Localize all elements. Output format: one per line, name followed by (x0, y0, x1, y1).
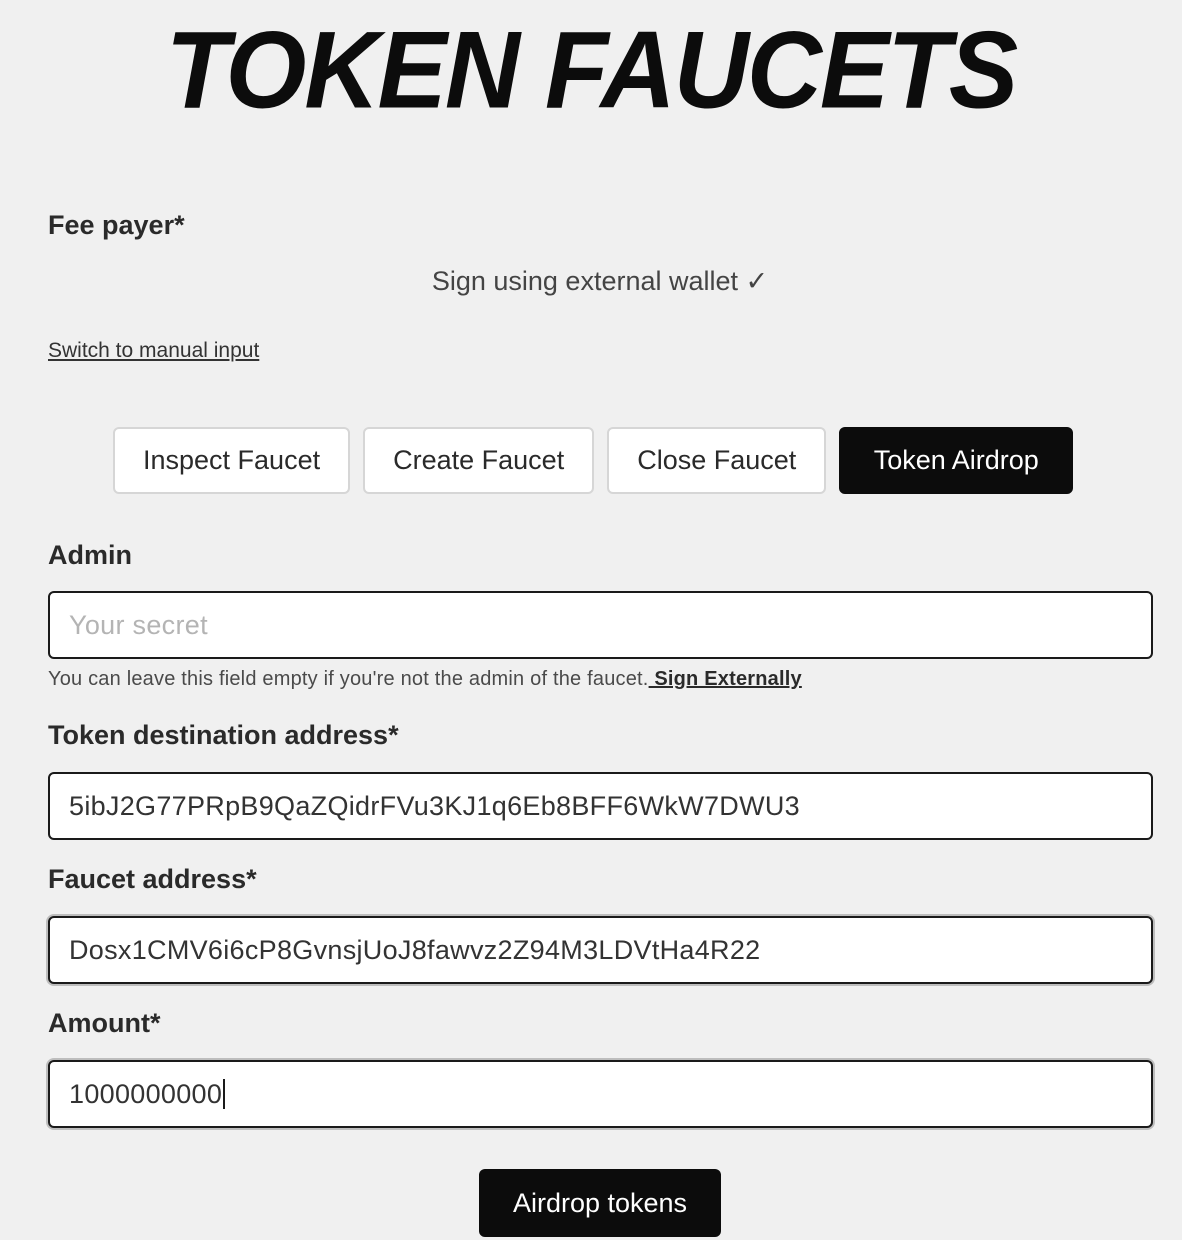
faucet-address-input[interactable]: Dosx1CMV6i6cP8GvnsjUoJ8fawvz2Z94M3LDVtHa… (48, 916, 1153, 984)
destination-address-input[interactable]: 5ibJ2G77PRpB9QaZQidrFVu3KJ1q6Eb8BFF6WkW7… (48, 772, 1153, 840)
faucet-page: TOKEN FAUCETS Fee payer* Sign using exte… (0, 0, 1182, 1240)
admin-label: Admin (48, 540, 132, 570)
tab-close-faucet[interactable]: Close Faucet (607, 427, 827, 494)
admin-hint: You can leave this field empty if you're… (48, 668, 802, 691)
airdrop-tokens-button[interactable]: Airdrop tokens (479, 1169, 721, 1237)
amount-label: Amount* (48, 1008, 161, 1038)
text-caret (223, 1079, 226, 1109)
amount-value: 1000000000 (69, 1078, 223, 1109)
destination-address-value: 5ibJ2G77PRpB9QaZQidrFVu3KJ1q6Eb8BFF6WkW7… (69, 790, 800, 821)
admin-secret-input[interactable]: Your secret (48, 591, 1153, 659)
fee-payer-label: Fee payer* (48, 210, 185, 240)
page-title: TOKEN FAUCETS (165, 10, 1018, 132)
amount-input[interactable]: 1000000000 (48, 1060, 1153, 1128)
mode-tabs: Inspect Faucet Create Faucet Close Fauce… (113, 427, 1074, 494)
faucet-address-label: Faucet address* (48, 864, 257, 894)
tab-inspect-faucet[interactable]: Inspect Faucet (113, 427, 351, 494)
tab-token-airdrop[interactable]: Token Airdrop (839, 427, 1074, 494)
switch-manual-input-link[interactable]: Switch to manual input (48, 339, 259, 363)
admin-secret-placeholder: Your secret (69, 609, 208, 640)
sign-externally-link[interactable]: Sign Externally (649, 668, 802, 690)
faucet-address-value: Dosx1CMV6i6cP8GvnsjUoJ8fawvz2Z94M3LDVtHa… (69, 934, 761, 965)
destination-address-label: Token destination address* (48, 720, 399, 750)
admin-hint-text: You can leave this field empty if you're… (48, 668, 649, 690)
sign-status-text: Sign using external wallet ✓ (431, 266, 769, 296)
tab-create-faucet[interactable]: Create Faucet (363, 427, 595, 494)
